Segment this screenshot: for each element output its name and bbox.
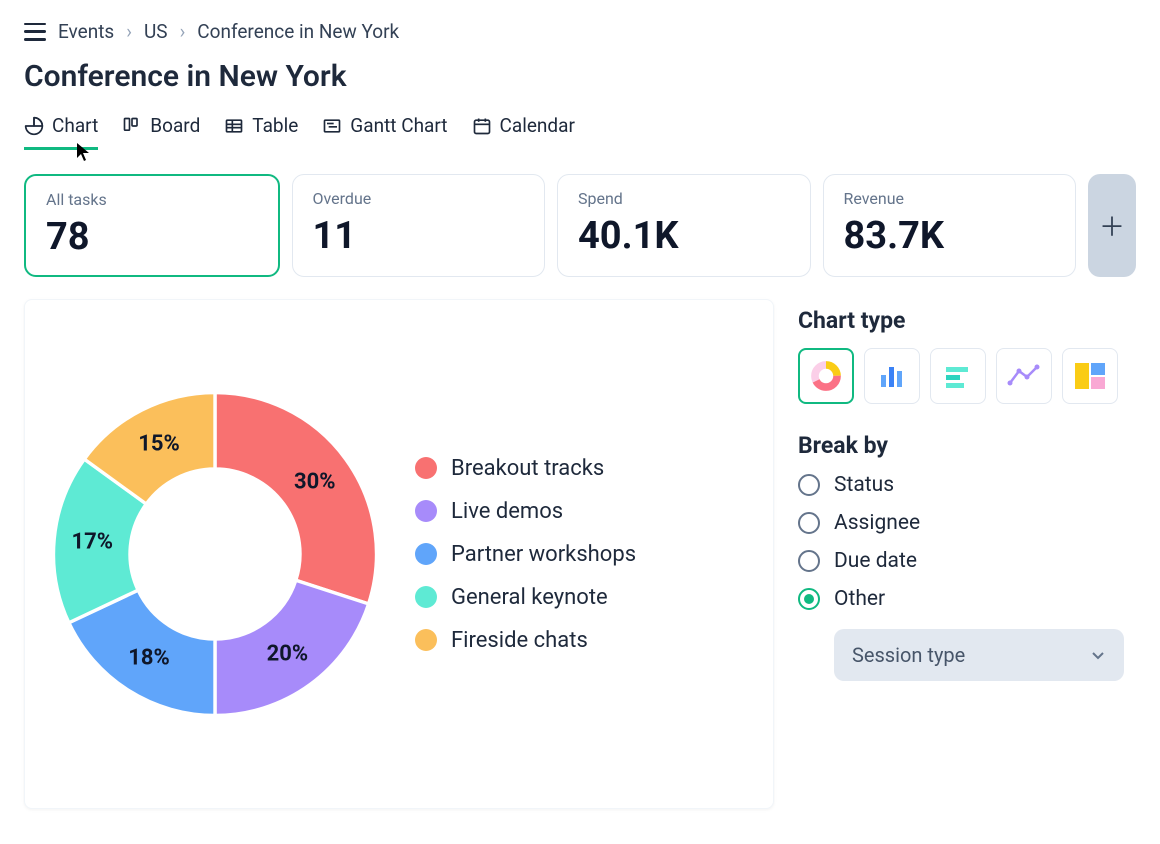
stat-value: 40.1K [578, 214, 790, 258]
radio-icon [798, 550, 820, 572]
chart-type-bar-vertical[interactable] [864, 348, 920, 404]
hamburger-menu-icon[interactable] [24, 23, 46, 41]
radio-label: Due date [834, 549, 917, 573]
tab-gantt[interactable]: Gantt Chart [322, 114, 447, 150]
donut-chart: 30% 20% 18% 17% 15% [45, 384, 385, 724]
chart-type-options [798, 348, 1136, 404]
legend-label: Breakout tracks [451, 456, 604, 481]
legend-item: Fireside chats [415, 628, 636, 653]
pie-chart-icon [24, 116, 44, 136]
tab-label: Table [252, 114, 298, 137]
legend-item: Live demos [415, 499, 636, 524]
stat-card-spend[interactable]: Spend 40.1K [557, 174, 811, 277]
radio-label: Assignee [834, 511, 920, 535]
board-icon [122, 116, 142, 136]
radio-due-date[interactable]: Due date [798, 549, 1136, 573]
legend-color-dot [415, 543, 437, 565]
legend-label: Partner workshops [451, 542, 636, 567]
legend-item: Breakout tracks [415, 456, 636, 481]
radio-assignee[interactable]: Assignee [798, 511, 1136, 535]
radio-icon [798, 588, 820, 610]
chart-type-line[interactable] [996, 348, 1052, 404]
plus-icon: ＋ [1099, 207, 1125, 244]
radio-icon [798, 474, 820, 496]
legend-item: General keynote [415, 585, 636, 610]
chart-type-bar-horizontal[interactable] [930, 348, 986, 404]
donut-segment-label: 15% [138, 432, 180, 457]
legend-item: Partner workshops [415, 542, 636, 567]
tab-chart[interactable]: Chart [24, 114, 98, 150]
chart-type-title: Chart type [798, 307, 1136, 334]
breadcrumb-item-current: Conference in New York [197, 20, 399, 43]
break-by-title: Break by [798, 432, 1136, 459]
legend-color-dot [415, 586, 437, 608]
stat-label: All tasks [46, 190, 258, 209]
donut-segment-label: 17% [72, 530, 114, 555]
chart-panel: 30% 20% 18% 17% 15% Breakout tracks Live demo… [24, 299, 774, 809]
radio-icon [798, 512, 820, 534]
tab-calendar[interactable]: Calendar [472, 114, 575, 150]
radio-label: Status [834, 473, 894, 497]
treemap-icon [1073, 361, 1107, 391]
legend-label: Live demos [451, 499, 563, 524]
select-value: Session type [852, 643, 965, 667]
view-tabs: Chart Board Table Gantt Chart Calendar [24, 114, 1136, 150]
legend-color-dot [415, 500, 437, 522]
donut-segment-label: 30% [294, 469, 336, 494]
stat-card-all-tasks[interactable]: All tasks 78 [24, 174, 280, 277]
calendar-icon [472, 116, 492, 136]
chart-type-treemap[interactable] [1062, 348, 1118, 404]
legend-color-dot [415, 457, 437, 479]
legend-label: General keynote [451, 585, 608, 610]
radio-other[interactable]: Other [798, 587, 1136, 611]
chevron-down-icon [1090, 647, 1106, 663]
donut-icon [809, 359, 843, 393]
chart-legend: Breakout tracks Live demos Partner worksho… [415, 456, 636, 653]
legend-color-dot [415, 629, 437, 651]
donut-segment-label: 20% [267, 641, 309, 666]
stat-value: 78 [46, 215, 258, 259]
page-title: Conference in New York [24, 59, 1136, 94]
breadcrumb-item-events[interactable]: Events [58, 20, 114, 43]
tab-table[interactable]: Table [224, 114, 298, 150]
break-by-other-select[interactable]: Session type [834, 629, 1124, 681]
tab-label: Gantt Chart [350, 114, 447, 137]
stat-card-overdue[interactable]: Overdue 11 [292, 174, 546, 277]
chevron-right-icon: › [126, 20, 132, 43]
chart-settings-panel: Chart type [798, 299, 1136, 809]
tab-label: Chart [52, 114, 98, 137]
radio-label: Other [834, 587, 885, 611]
breadcrumb-item-us[interactable]: US [144, 20, 168, 43]
content-row: 30% 20% 18% 17% 15% Breakout tracks Live demo… [24, 299, 1136, 809]
stat-card-revenue[interactable]: Revenue 83.7K [823, 174, 1077, 277]
stat-value: 83.7K [844, 214, 1056, 258]
bar-horizontal-icon [943, 361, 973, 391]
tab-label: Board [150, 114, 200, 137]
breadcrumb: Events › US › Conference in New York [24, 20, 1136, 43]
add-stat-button[interactable]: ＋ [1088, 174, 1136, 277]
bar-vertical-icon [877, 361, 907, 391]
line-chart-icon [1007, 361, 1041, 391]
chart-type-donut[interactable] [798, 348, 854, 404]
chevron-right-icon: › [180, 20, 186, 43]
radio-status[interactable]: Status [798, 473, 1136, 497]
gantt-icon [322, 116, 342, 136]
stat-label: Revenue [844, 189, 1056, 208]
tab-label: Calendar [500, 114, 575, 137]
legend-label: Fireside chats [451, 628, 588, 653]
stats-row: All tasks 78 Overdue 11 Spend 40.1K Reve… [24, 174, 1136, 277]
break-by-options: Status Assignee Due date Other [798, 473, 1136, 611]
donut-segment-label: 18% [128, 646, 170, 671]
tab-board[interactable]: Board [122, 114, 200, 150]
table-icon [224, 116, 244, 136]
stat-label: Spend [578, 189, 790, 208]
stat-value: 11 [313, 214, 525, 258]
stat-label: Overdue [313, 189, 525, 208]
